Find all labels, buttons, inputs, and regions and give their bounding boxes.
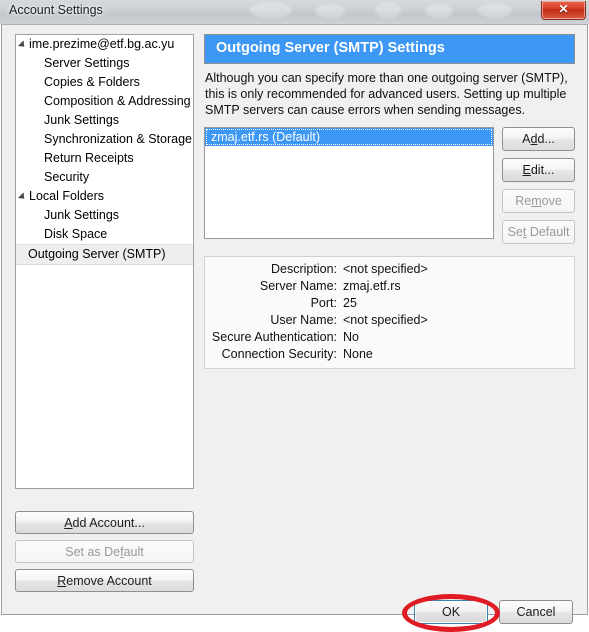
sidebar-item-server-settings[interactable]: Server Settings: [16, 54, 193, 73]
smtp-settings-header: Outgoing Server (SMTP) Settings: [204, 34, 575, 64]
title-bar: Account Settings ✕: [0, 0, 589, 24]
sidebar-item-label: Outgoing Server (SMTP): [28, 247, 166, 261]
glass-reflection: [315, 4, 345, 18]
sidebar-item-synchronization-storage[interactable]: Synchronization & Storage: [16, 130, 193, 149]
details-value: No: [343, 330, 359, 344]
sidebar-item-label: Junk Settings: [44, 113, 120, 127]
ok-label: OK: [441, 605, 461, 619]
remove-server-button[interactable]: Remove: [502, 189, 575, 213]
edit-server-button[interactable]: Edit...: [502, 158, 575, 182]
details-row: Secure Authentication: No: [205, 329, 574, 346]
details-value: None: [343, 347, 373, 361]
details-row: Port: 25: [205, 295, 574, 312]
edit-server-label: Edit...: [522, 163, 555, 177]
sidebar-item-disk-space[interactable]: Disk Space: [16, 225, 193, 244]
sidebar-item-label: Return Receipts: [44, 151, 134, 165]
set-default-server-label: Set Default: [507, 225, 570, 239]
sidebar-item-label: ime.prezime@etf.bg.ac.yu: [29, 37, 175, 51]
cancel-label: Cancel: [516, 605, 556, 619]
glass-reflection: [478, 3, 512, 18]
details-value: <not specified>: [343, 262, 428, 276]
details-key: User Name:: [270, 313, 337, 327]
page-title: Outgoing Server (SMTP) Settings: [216, 40, 445, 56]
set-as-default-account-label: Set as Default: [65, 545, 144, 559]
remove-account-label: Remove Account: [57, 574, 152, 588]
sidebar-item-label: Disk Space: [44, 227, 108, 241]
sidebar-item-label: Local Folders: [29, 189, 105, 203]
smtp-server-list-item[interactable]: zmaj.etf.rs (Default): [205, 128, 493, 146]
ok-button[interactable]: OK: [414, 600, 488, 624]
cancel-button[interactable]: Cancel: [499, 600, 573, 624]
details-key: Connection Security:: [221, 347, 337, 361]
sidebar-item-outgoing-server-smtp[interactable]: Outgoing Server (SMTP): [16, 244, 193, 265]
sidebar-item-label: Copies & Folders: [44, 75, 140, 89]
sidebar-item-label: Composition & Addressing: [44, 94, 191, 108]
window-title: Account Settings: [9, 3, 103, 17]
sidebar-item-label: Synchronization & Storage: [44, 132, 193, 146]
details-row: Connection Security: None: [205, 346, 574, 363]
sidebar-item-label: Security: [44, 170, 90, 184]
add-server-label: Add...: [522, 132, 555, 146]
details-value: 25: [343, 296, 357, 310]
accounts-tree[interactable]: ime.prezime@etf.bg.ac.yu Server Settings C…: [15, 34, 194, 489]
add-account-button[interactable]: Add Account...: [15, 511, 194, 534]
sidebar-item-local-folders[interactable]: Local Folders: [16, 187, 193, 206]
details-value: zmaj.etf.rs: [343, 279, 401, 293]
sidebar-item-ime-prezime-etf-bg-ac-yu[interactable]: ime.prezime@etf.bg.ac.yu: [16, 35, 193, 54]
close-button[interactable]: ✕: [541, 1, 586, 20]
sidebar-item-security[interactable]: Security: [16, 168, 193, 187]
glass-reflection: [375, 2, 401, 18]
details-key: Secure Authentication:: [211, 330, 337, 344]
details-row: User Name: <not specified>: [205, 312, 574, 329]
set-as-default-account-button[interactable]: Set as Default: [15, 540, 194, 563]
add-server-button[interactable]: Add...: [502, 127, 575, 151]
sidebar-item-junk-settings[interactable]: Junk Settings: [16, 206, 193, 225]
dialog-body: ime.prezime@etf.bg.ac.yu Server Settings C…: [1, 24, 588, 632]
smtp-server-details: Description: <not specified> Server Name: z…: [204, 256, 575, 369]
smtp-description: Although you can specify more than one o…: [205, 71, 568, 117]
add-account-label: Add Account...: [64, 516, 145, 530]
details-table: Description: <not specified> Server Name: z…: [205, 261, 574, 363]
close-icon: ✕: [558, 2, 569, 16]
details-key: Server Name:: [259, 279, 337, 293]
glass-reflection: [250, 2, 292, 18]
details-value: <not specified>: [343, 313, 428, 327]
set-default-server-button[interactable]: Set Default: [502, 220, 575, 244]
account-settings-window: Account Settings ✕ ime.prezime@etf.bg.ac…: [0, 0, 589, 632]
details-row: Server Name: zmaj.etf.rs: [205, 278, 574, 295]
sidebar-item-copies-folders[interactable]: Copies & Folders: [16, 73, 193, 92]
details-row: Description: <not specified>: [205, 261, 574, 278]
sidebar-item-composition-addressing[interactable]: Composition & Addressing: [16, 92, 193, 111]
sidebar-item-label: Junk Settings: [44, 208, 120, 222]
details-key: Description:: [271, 262, 337, 276]
smtp-server-list[interactable]: zmaj.etf.rs (Default): [204, 127, 494, 239]
remove-account-button[interactable]: Remove Account: [15, 569, 194, 592]
sidebar-item-label: Server Settings: [44, 56, 130, 70]
details-key: Port:: [310, 296, 337, 310]
sidebar-item-junk-settings[interactable]: Junk Settings: [16, 111, 193, 130]
remove-server-label: Remove: [515, 194, 562, 208]
glass-reflection: [425, 4, 453, 18]
sidebar-item-return-receipts[interactable]: Return Receipts: [16, 149, 193, 168]
